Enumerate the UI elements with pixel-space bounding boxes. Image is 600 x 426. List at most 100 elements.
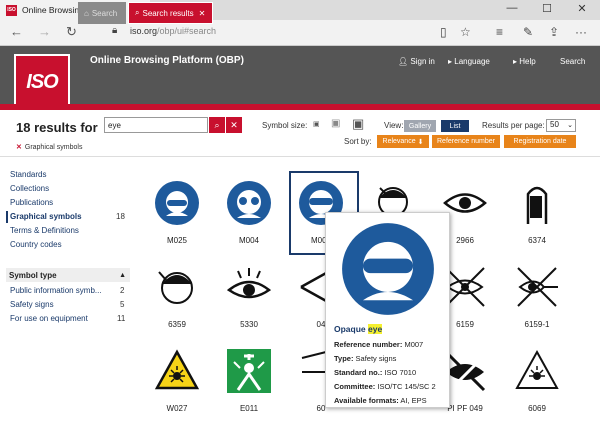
back-icon[interactable]: ← bbox=[10, 24, 23, 39]
favorite-star-icon[interactable]: ☆ bbox=[460, 25, 471, 39]
mandatory-opaque-eye-large-icon bbox=[342, 223, 434, 315]
symbol-type-header[interactable]: Symbol type ▲ bbox=[6, 268, 130, 282]
search-icon: ⌕ bbox=[214, 119, 220, 130]
collapse-arrow-icon: ▲ bbox=[119, 271, 126, 279]
maximize-icon[interactable]: ☐ bbox=[532, 2, 562, 15]
symbol-label: M025 bbox=[166, 236, 187, 245]
header-divider bbox=[0, 104, 600, 110]
sidebar-item-terms[interactable]: Terms & Definitions bbox=[10, 226, 79, 235]
popup-title: Opaque eye bbox=[334, 324, 383, 334]
search-input[interactable] bbox=[104, 117, 208, 133]
eyewash-station-icon bbox=[227, 349, 271, 393]
view-gallery-button[interactable]: Gallery bbox=[404, 120, 436, 132]
symbol-tile-6359[interactable]: 6359 bbox=[148, 262, 206, 332]
symbol-type-public-info[interactable]: Public information symb... bbox=[10, 286, 102, 295]
symbol-label: E011 bbox=[239, 404, 259, 413]
minimize-icon[interactable]: — bbox=[497, 2, 527, 14]
close-window-icon[interactable]: ✕ bbox=[567, 2, 597, 15]
mandatory-eye-protection-child-icon bbox=[155, 181, 199, 225]
arrow-right-icon: ▸ bbox=[513, 57, 518, 66]
active-filter[interactable]: ✕ Graphical symbols bbox=[16, 143, 82, 151]
iso-favicon-icon: ISO bbox=[6, 4, 17, 16]
sort-relevance-button[interactable]: Relevance ⬇ bbox=[377, 135, 429, 148]
sidebar-item-country-codes[interactable]: Country codes bbox=[10, 240, 62, 249]
sidebar-item-graphical-symbols[interactable]: Graphical symbols bbox=[10, 212, 82, 221]
divider bbox=[0, 156, 600, 157]
view-label: View: bbox=[384, 121, 404, 130]
sort-reference-button[interactable]: Reference number bbox=[432, 135, 500, 148]
symbol-tile-e011[interactable]: E011 bbox=[220, 346, 278, 416]
symbol-type-safety-signs[interactable]: Safety signs bbox=[10, 300, 54, 309]
safety-signs-count: 5 bbox=[120, 300, 125, 309]
view-list-button[interactable]: List bbox=[441, 120, 469, 132]
symbol-tile-6374[interactable]: 6374 bbox=[508, 178, 566, 248]
symbol-label: 6359 bbox=[168, 320, 186, 329]
sidebar-item-standards[interactable]: Standards bbox=[10, 170, 46, 179]
language-link[interactable]: ▸ Language bbox=[448, 57, 490, 66]
tab-search[interactable]: ⌂ Search bbox=[78, 2, 126, 24]
large-image-icon[interactable]: ▣ bbox=[352, 116, 364, 132]
symbol-tile-5330[interactable]: 5330 bbox=[220, 262, 278, 332]
hub-icon[interactable]: ≡ bbox=[496, 25, 503, 39]
public-info-count: 2 bbox=[120, 286, 125, 295]
popup-standard: Standard no.: ISO 7010 bbox=[334, 368, 417, 377]
symbol-label: M004 bbox=[238, 236, 259, 245]
search-icon: ⌕ bbox=[135, 8, 140, 17]
sort-label: Sort by: bbox=[344, 137, 372, 146]
eye-with-lashes-icon bbox=[226, 268, 272, 299]
symbol-size-label: Symbol size: bbox=[262, 121, 308, 130]
symbol-label: 6374 bbox=[528, 236, 546, 245]
share-icon[interactable]: ⇪ bbox=[549, 25, 559, 39]
symbol-tile-w027[interactable]: W027 bbox=[148, 346, 206, 416]
popup-committee: Committee: ISO/TC 145/SC 2 bbox=[334, 382, 436, 391]
symbol-label: 6159-1 bbox=[524, 320, 550, 329]
medium-image-icon[interactable]: ▣ bbox=[331, 118, 340, 129]
popup-type: Type: Safety signs bbox=[334, 354, 397, 363]
popup-reference: Reference number: M007 bbox=[334, 340, 424, 349]
user-icon: 👤︎ bbox=[398, 57, 409, 66]
symbol-tile-6069[interactable]: 6069 bbox=[508, 346, 566, 416]
remove-filter-icon[interactable]: ✕ bbox=[16, 144, 22, 151]
search-link[interactable]: Search bbox=[560, 57, 585, 66]
chevron-down-icon: ⌄ bbox=[567, 122, 573, 129]
help-link[interactable]: ▸ Help bbox=[513, 57, 536, 66]
symbol-tile-6159-1[interactable]: 6159-1 bbox=[508, 262, 566, 332]
graphical-symbols-count: 18 bbox=[116, 212, 125, 221]
popup-formats: Available formats: AI, EPS bbox=[334, 396, 427, 405]
notes-icon[interactable]: ✎ bbox=[523, 25, 533, 39]
signin-link[interactable]: 👤︎ Sign in bbox=[398, 57, 435, 66]
address-bar[interactable]: iso.org/obp/ui#search bbox=[130, 26, 216, 36]
symbol-type-equipment[interactable]: For use on equipment bbox=[10, 314, 88, 323]
per-page-select[interactable]: 50 ⌄ bbox=[546, 119, 576, 132]
site-title: Online Browsing Platform (OBP) bbox=[90, 55, 244, 66]
symbol-preview-popup: Opaque eye Reference number: M007 Type: … bbox=[325, 212, 450, 408]
equipment-count: 11 bbox=[117, 314, 126, 323]
selected-indicator bbox=[6, 211, 8, 223]
home-icon: ⌂ bbox=[84, 8, 89, 18]
eye-radiation-triangle-icon bbox=[515, 349, 559, 389]
tab-search-results[interactable]: ⌕ Search results ✕ bbox=[128, 2, 213, 24]
warning-optical-radiation-icon bbox=[154, 349, 200, 390]
symbol-label: 6069 bbox=[528, 404, 546, 413]
tab-close-icon[interactable]: ✕ bbox=[199, 9, 206, 18]
results-count: 18 results for bbox=[16, 120, 98, 135]
head-profile-icon bbox=[158, 271, 193, 304]
small-image-icon[interactable]: ▣ bbox=[313, 120, 320, 128]
refresh-icon[interactable]: ↻ bbox=[66, 24, 77, 40]
search-button[interactable]: ⌕ bbox=[209, 117, 225, 133]
forward-icon[interactable]: → bbox=[38, 24, 51, 39]
sort-registration-button[interactable]: Registration date bbox=[504, 135, 576, 148]
symbol-label: 5330 bbox=[240, 320, 258, 329]
symbol-tile-m025[interactable]: M025 bbox=[148, 178, 206, 248]
symbol-tile-m004[interactable]: M004 bbox=[220, 178, 278, 248]
sidebar-item-collections[interactable]: Collections bbox=[10, 184, 49, 193]
sidebar-item-publications[interactable]: Publications bbox=[10, 198, 53, 207]
per-page-label: Results per page: bbox=[482, 121, 545, 130]
advanced-search-button[interactable]: ✕ bbox=[226, 117, 242, 133]
reading-view-icon[interactable]: ▯ bbox=[440, 25, 447, 39]
more-icon[interactable]: ··· bbox=[575, 25, 587, 39]
iso-logo[interactable]: ISO bbox=[14, 54, 70, 110]
symbol-label: W027 bbox=[166, 404, 188, 413]
arrow-right-icon: ▸ bbox=[448, 57, 453, 66]
tools-icon: ✕ bbox=[230, 119, 238, 130]
